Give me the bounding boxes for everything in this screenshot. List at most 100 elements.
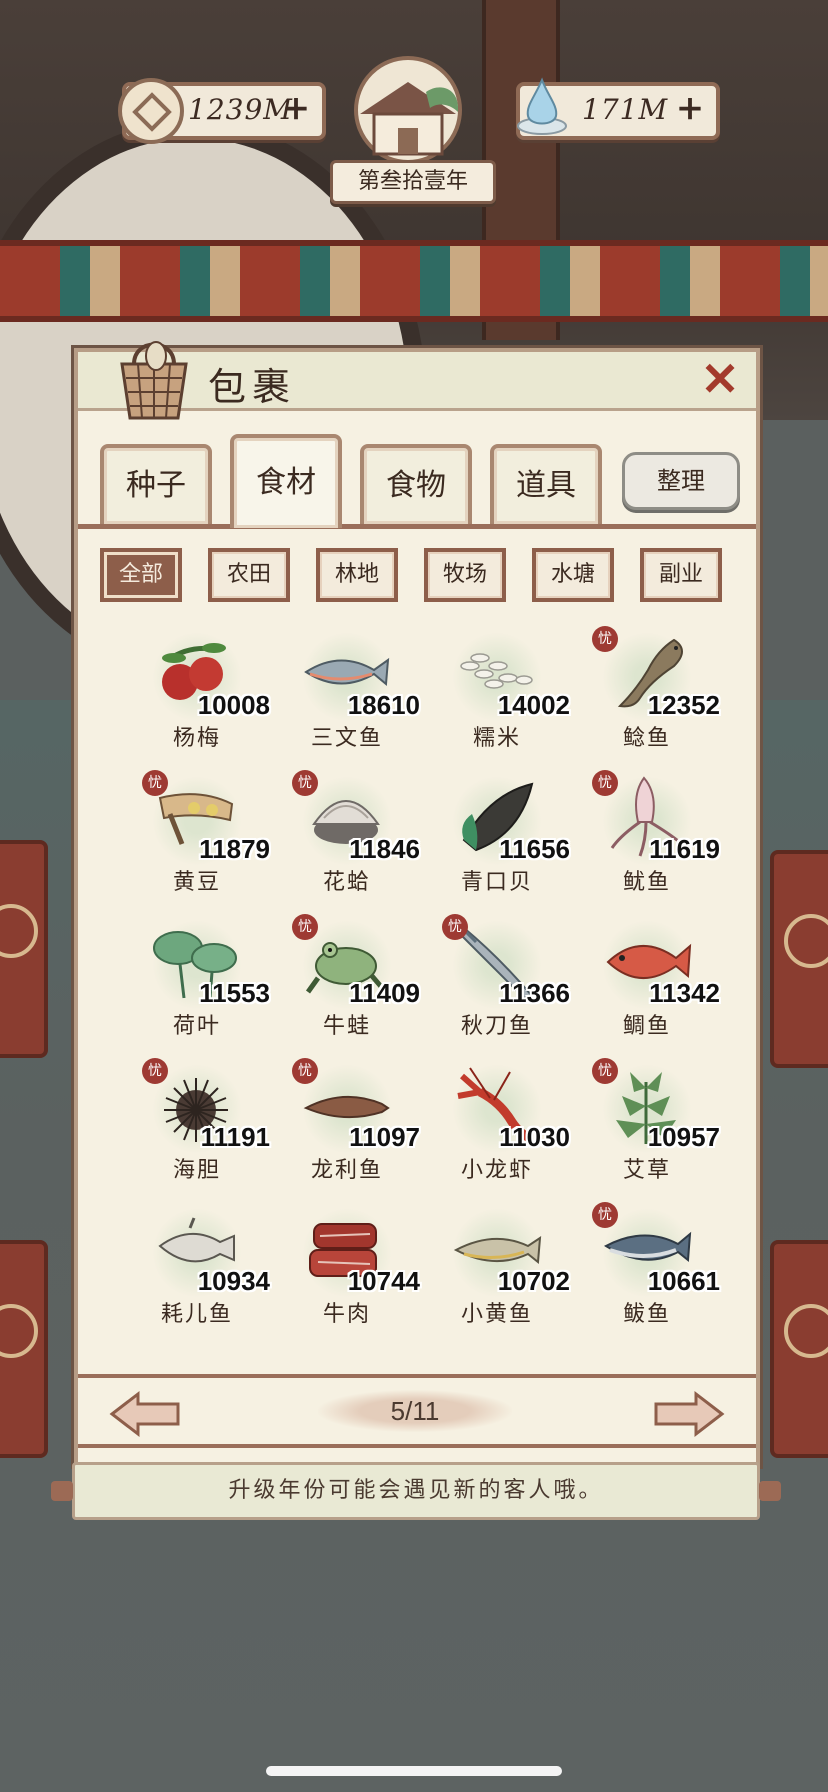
item-badge: 忧 xyxy=(442,914,468,940)
item-badge: 忧 xyxy=(592,1202,618,1228)
item-cell[interactable]: 忧 11409 牛蛙 xyxy=(272,914,422,1054)
item-count: 10934 xyxy=(197,1266,270,1296)
inventory-panel: 包裹 ✕ 种子 食材 食物 道具 整理 全部 农田 林地 牧场 水塘 副业 10… xyxy=(74,341,760,1466)
background-panel-left-lower xyxy=(0,1240,48,1458)
tab-seeds[interactable]: 种子 xyxy=(100,444,212,524)
item-name: 牛肉 xyxy=(322,1302,371,1327)
item-cell[interactable]: 忧 10661 鲅鱼 xyxy=(572,1202,722,1342)
item-name: 青口贝 xyxy=(460,870,533,895)
item-cell[interactable]: 10744 牛肉 xyxy=(272,1202,422,1342)
item-cell[interactable]: 忧 11619 鱿鱼 xyxy=(572,770,722,910)
tab-props[interactable]: 道具 xyxy=(490,444,602,524)
item-name: 鲷鱼 xyxy=(622,1014,671,1039)
year-banner: 第叁拾壹年 xyxy=(330,160,496,204)
item-name: 海胆 xyxy=(172,1158,221,1183)
pagination-bar: 5/11 xyxy=(78,1374,756,1448)
item-badge: 忧 xyxy=(292,770,318,796)
page-indicator: 5/11 xyxy=(318,1390,512,1432)
tab-ingredients[interactable]: 食材 xyxy=(230,434,342,528)
item-count: 11656 xyxy=(499,834,570,864)
item-name: 小黄鱼 xyxy=(460,1302,533,1327)
item-name: 杨梅 xyxy=(172,726,221,751)
item-cell[interactable]: 忧 11846 花蛤 xyxy=(272,770,422,910)
basket-icon xyxy=(120,341,188,420)
item-name: 三文鱼 xyxy=(310,726,383,751)
item-name: 艾草 xyxy=(622,1158,671,1183)
item-name: 牛蛙 xyxy=(322,1014,371,1039)
item-badge: 忧 xyxy=(592,770,618,796)
sort-button[interactable]: 整理 xyxy=(622,452,740,510)
item-count: 11366 xyxy=(499,978,570,1008)
filter-woodland[interactable]: 林地 xyxy=(316,548,398,602)
item-count: 11191 xyxy=(200,1122,270,1152)
background-panel-right xyxy=(770,850,828,1068)
item-count: 10957 xyxy=(647,1122,720,1152)
item-cell[interactable]: 11553 荷叶 xyxy=(122,914,272,1054)
item-count: 11030 xyxy=(499,1122,570,1152)
item-count: 10008 xyxy=(197,690,270,720)
home-indicator[interactable] xyxy=(266,1766,562,1776)
scroll-rod-left xyxy=(51,1481,73,1501)
item-cell[interactable]: 14002 糯米 xyxy=(422,626,572,766)
item-name: 鱿鱼 xyxy=(622,870,671,895)
item-count: 11879 xyxy=(199,834,270,864)
item-count: 14002 xyxy=(497,690,570,720)
item-badge: 忧 xyxy=(592,1058,618,1084)
water-value: 171M xyxy=(582,93,669,126)
item-cell[interactable]: 18610 三文鱼 xyxy=(272,626,422,766)
item-name: 秋刀鱼 xyxy=(460,1014,533,1039)
item-badge: 忧 xyxy=(592,626,618,652)
item-cell[interactable]: 10934 耗儿鱼 xyxy=(122,1202,272,1342)
hint-scroll: 升级年份可能会遇见新的客人哦。 xyxy=(51,1462,781,1520)
water-drop-icon xyxy=(517,77,567,135)
item-cell[interactable]: 11656 青口贝 xyxy=(422,770,572,910)
close-button[interactable]: ✕ xyxy=(696,356,744,404)
item-badge: 忧 xyxy=(142,1058,168,1084)
item-name: 花蛤 xyxy=(322,870,371,895)
item-cell[interactable]: 忧 11879 黄豆 xyxy=(122,770,272,910)
temple-emblem-icon xyxy=(354,56,462,164)
coin-counter: 1239M + xyxy=(118,78,326,144)
filter-sideline[interactable]: 副业 xyxy=(640,548,722,602)
item-count: 11097 xyxy=(349,1122,420,1152)
item-name: 糯米 xyxy=(472,726,521,751)
item-name: 黄豆 xyxy=(172,870,221,895)
background-panel-right-lower xyxy=(770,1240,828,1458)
item-count: 18610 xyxy=(347,690,420,720)
item-name: 荷叶 xyxy=(172,1014,221,1039)
background-painted-beam xyxy=(0,240,828,322)
item-badge: 忧 xyxy=(292,1058,318,1084)
panel-header: 包裹 ✕ xyxy=(78,341,756,420)
prev-page-arrow-icon[interactable] xyxy=(108,1390,182,1438)
hint-text: 升级年份可能会遇见新的客人哦。 xyxy=(228,1478,604,1503)
item-count: 11342 xyxy=(649,978,720,1008)
item-cell[interactable]: 11342 鲷鱼 xyxy=(572,914,722,1054)
filter-farmland[interactable]: 农田 xyxy=(208,548,290,602)
item-count: 11553 xyxy=(199,978,270,1008)
category-tabs: 种子 食材 食物 道具 整理 xyxy=(78,430,756,529)
item-cell[interactable]: 忧 11191 海胆 xyxy=(122,1058,272,1198)
tab-food[interactable]: 食物 xyxy=(360,444,472,524)
next-page-arrow-icon[interactable] xyxy=(652,1390,726,1438)
item-cell[interactable]: 忧 11366 秋刀鱼 xyxy=(422,914,572,1054)
filter-pasture[interactable]: 牧场 xyxy=(424,548,506,602)
item-count: 10702 xyxy=(497,1266,570,1296)
item-badge: 忧 xyxy=(292,914,318,940)
item-cell[interactable]: 忧 11097 龙利鱼 xyxy=(272,1058,422,1198)
add-water-button[interactable]: + xyxy=(672,90,708,126)
filter-all[interactable]: 全部 xyxy=(100,548,182,602)
item-cell[interactable]: 10008 杨梅 xyxy=(122,626,272,766)
item-badge: 忧 xyxy=(142,770,168,796)
item-name: 小龙虾 xyxy=(460,1158,533,1183)
item-count: 11619 xyxy=(649,834,720,864)
item-count: 10661 xyxy=(647,1266,720,1296)
item-cell[interactable]: 11030 小龙虾 xyxy=(422,1058,572,1198)
item-name: 耗儿鱼 xyxy=(160,1302,233,1327)
background-panel-left xyxy=(0,840,48,1058)
filter-pond[interactable]: 水塘 xyxy=(532,548,614,602)
item-cell[interactable]: 忧 12352 鲶鱼 xyxy=(572,626,722,766)
item-cell[interactable]: 10702 小黄鱼 xyxy=(422,1202,572,1342)
coin-icon xyxy=(118,78,184,144)
add-coins-button[interactable]: + xyxy=(278,90,314,126)
item-cell[interactable]: 忧 10957 艾草 xyxy=(572,1058,722,1198)
